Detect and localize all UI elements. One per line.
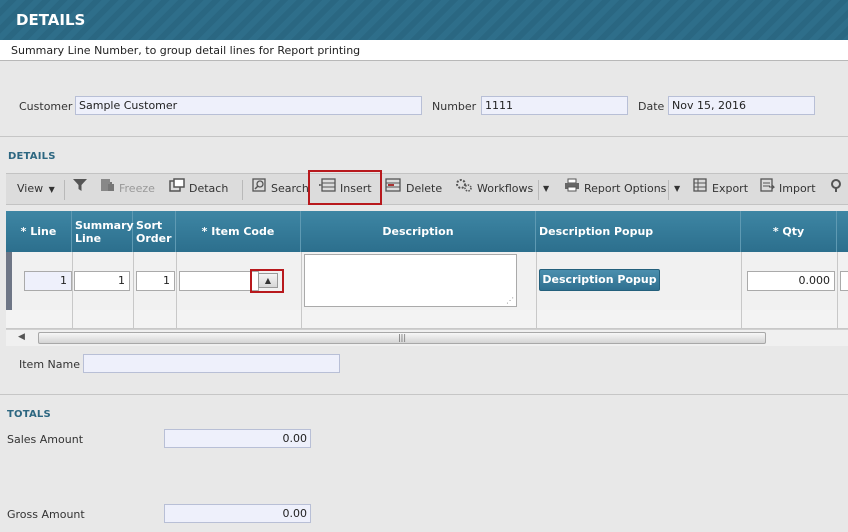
gross-amount-field[interactable]: 0.00: [164, 504, 311, 523]
sales-amount-label: Sales Amount: [7, 433, 84, 446]
hint-bar: Summary Line Number, to group detail lin…: [0, 40, 848, 61]
export-label: Export: [712, 182, 749, 195]
column-header-description[interactable]: Description: [301, 211, 536, 252]
window-title: DETAILS: [16, 11, 86, 29]
qty-input[interactable]: 0.000: [747, 271, 835, 291]
grid-column-line: [176, 252, 177, 328]
column-header-description-popup[interactable]: Description Popup: [536, 211, 741, 252]
delete-label: Delete: [406, 182, 443, 195]
toolbar-separator: [64, 180, 65, 200]
delete-button[interactable]: Delete: [385, 174, 442, 204]
details-toolbar: View ▼ Freeze Detach Search Insert Delet…: [6, 173, 848, 205]
detach-button[interactable]: Detach: [169, 174, 228, 204]
title-bar: DETAILS: [0, 0, 848, 40]
scrollbar-thumb[interactable]: |||: [38, 332, 766, 344]
gross-amount-label: Gross Amount: [7, 508, 85, 521]
grid-column-line: [536, 252, 537, 328]
workflows-dropdown-button[interactable]: ▼: [543, 174, 549, 204]
chevron-down-icon: ▼: [543, 184, 550, 193]
date-field[interactable]: Nov 15, 2016: [668, 96, 815, 115]
search-icon: [252, 174, 267, 204]
workflows-label: Workflows: [477, 182, 534, 195]
description-popup-button[interactable]: Description Popup: [539, 269, 660, 291]
import-icon: [760, 174, 776, 204]
toolbar-separator: [538, 180, 539, 200]
column-header-item-code[interactable]: * Item Code: [176, 211, 301, 252]
print-icon: [564, 174, 580, 204]
header-divider: [0, 136, 848, 137]
grid-column-line: [301, 252, 302, 328]
view-menu-button[interactable]: View ▼: [17, 174, 55, 204]
report-options-dropdown-button[interactable]: ▼: [674, 174, 680, 204]
search-button[interactable]: Search: [252, 174, 309, 204]
export-icon: [693, 174, 708, 204]
next-column-input[interactable]: [840, 271, 848, 291]
settings-icon: [829, 174, 843, 204]
item-name-field[interactable]: [83, 354, 340, 373]
sales-amount-field[interactable]: 0.00: [164, 429, 311, 448]
view-label: View: [17, 182, 44, 195]
search-label: Search: [271, 182, 309, 195]
delete-icon: [385, 174, 402, 204]
insert-highlight: [308, 170, 382, 205]
resize-grip-icon[interactable]: ⋰: [506, 296, 514, 305]
date-label: Date: [638, 100, 665, 113]
detach-label: Detach: [189, 182, 229, 195]
export-button[interactable]: Export: [693, 174, 748, 204]
number-field[interactable]: 1111: [481, 96, 628, 115]
summary-line-input[interactable]: 1: [74, 271, 130, 291]
triangle-up-icon: ▲: [264, 276, 272, 285]
item-code-lookup-button[interactable]: ▲: [258, 273, 278, 288]
detach-icon: [169, 174, 185, 204]
customer-field[interactable]: Sample Customer: [75, 96, 422, 115]
filter-button[interactable]: [72, 174, 92, 204]
line-cell[interactable]: 1: [24, 271, 72, 291]
report-options-label: Report Options: [584, 182, 667, 195]
sort-order-input[interactable]: 1: [136, 271, 175, 291]
row-indicator: [6, 252, 12, 310]
more-tools-button[interactable]: [829, 174, 847, 204]
workflows-button[interactable]: Workflows: [455, 174, 533, 204]
column-header-summary-line[interactable]: Summary Line: [72, 211, 134, 252]
chevron-down-icon: ▼: [674, 184, 681, 193]
totals-section-title: TOTALS: [7, 409, 51, 420]
horizontal-scrollbar[interactable]: ◀ |||: [6, 329, 848, 347]
details-section-title: DETAILS: [8, 151, 56, 162]
hint-text: Summary Line Number, to group detail lin…: [11, 44, 361, 57]
workflows-icon: [455, 174, 473, 204]
freeze-icon: [100, 174, 115, 204]
totals-divider: [0, 394, 848, 395]
number-label: Number: [432, 100, 477, 113]
grid-column-line: [741, 252, 742, 328]
freeze-button[interactable]: Freeze: [100, 174, 155, 204]
column-header-qty[interactable]: * Qty: [741, 211, 837, 252]
column-header-overflow: [837, 211, 848, 252]
grid-column-line: [72, 252, 73, 328]
import-button[interactable]: Import: [760, 174, 816, 204]
grid-column-line: [133, 252, 134, 328]
item-code-input[interactable]: [179, 271, 259, 291]
grid-header: * Line Summary Line Sort Order * Item Co…: [6, 211, 848, 252]
import-label: Import: [779, 182, 816, 195]
description-textarea[interactable]: ⋰: [304, 254, 517, 307]
filter-icon: [72, 174, 88, 204]
customer-label: Customer: [19, 100, 73, 113]
form-lower-area: [0, 346, 848, 532]
grid-column-line: [837, 252, 838, 328]
column-header-line[interactable]: * Line: [6, 211, 72, 252]
report-options-button[interactable]: Report Options: [564, 174, 666, 204]
toolbar-separator: [242, 180, 243, 200]
freeze-label: Freeze: [119, 182, 155, 195]
column-header-sort-order[interactable]: Sort Order: [133, 211, 176, 252]
scroll-left-icon[interactable]: ◀: [18, 332, 25, 342]
item-name-label: Item Name: [19, 358, 80, 371]
chevron-down-icon: ▼: [48, 185, 55, 194]
details-grid: * Line Summary Line Sort Order * Item Co…: [6, 211, 848, 346]
toolbar-separator: [668, 180, 669, 200]
